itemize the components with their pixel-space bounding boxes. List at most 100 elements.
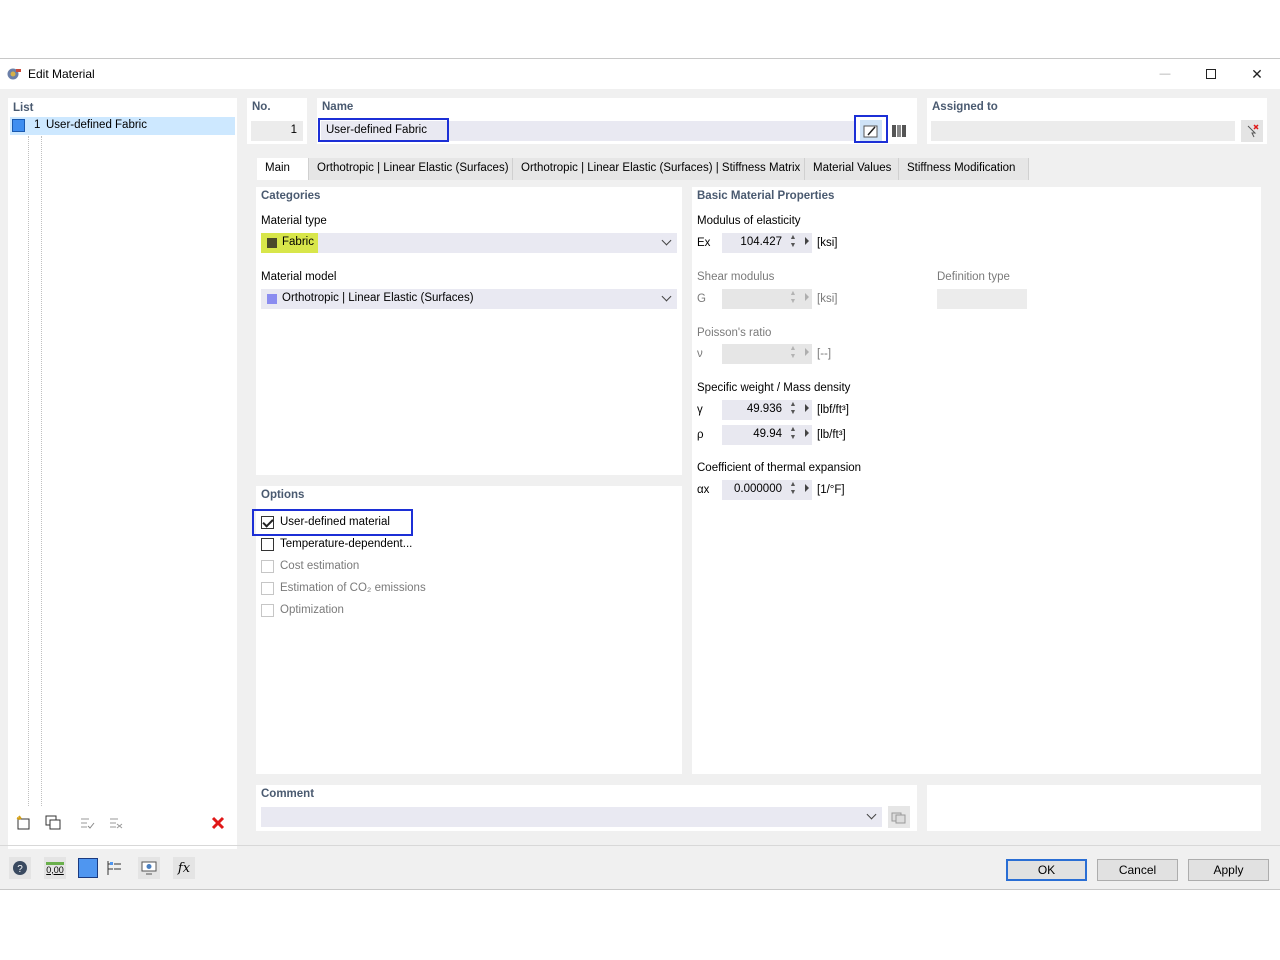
- nu-input[interactable]: ▲ ▼: [722, 344, 812, 364]
- rho-input[interactable]: 49.94 ▲ ▼: [722, 425, 812, 445]
- cost-estimation-label: Cost estimation: [280, 560, 360, 572]
- minimize-icon: —: [1159, 68, 1171, 80]
- material-type-value: Fabric: [282, 236, 314, 248]
- close-icon: ✕: [1251, 65, 1263, 82]
- chevron-down-icon: [866, 809, 877, 820]
- copy-icon: [45, 815, 61, 830]
- nu-symbol: ν: [697, 348, 703, 360]
- optimization-checkbox[interactable]: [261, 604, 274, 617]
- pick-assignment-button[interactable]: [1241, 120, 1263, 142]
- tab-material-values[interactable]: Material Values: [805, 158, 899, 180]
- edit-material-dialog: Edit Material — ✕ List 1 User-defined Fa…: [0, 58, 1280, 890]
- weight-label: Specific weight / Mass density: [697, 382, 851, 394]
- list-item-label: User-defined Fabric: [46, 119, 147, 131]
- maximize-button[interactable]: [1188, 59, 1234, 89]
- tab-stiffness-modification[interactable]: Stiffness Modification: [899, 158, 1029, 180]
- pick-cursor-icon: [1247, 124, 1259, 138]
- list-tree-line: [41, 136, 42, 806]
- g-unit: [ksi]: [817, 293, 838, 305]
- options-header: Options: [261, 489, 305, 501]
- formula-button[interactable]: f𝑥: [173, 857, 195, 879]
- gamma-input[interactable]: 49.936 ▲ ▼: [722, 400, 812, 420]
- ex-unit: [ksi]: [817, 237, 838, 249]
- arrow-right-icon[interactable]: [805, 348, 809, 356]
- units-button[interactable]: 0,00: [44, 857, 66, 879]
- ok-button[interactable]: OK: [1006, 859, 1087, 881]
- maximize-icon: [1206, 69, 1216, 79]
- spin-updown-icon: ▲ ▼: [789, 401, 797, 416]
- thermal-label: Coefficient of thermal expansion: [697, 462, 862, 474]
- copy-item-button[interactable]: [42, 812, 64, 834]
- minimize-button[interactable]: —: [1142, 59, 1188, 89]
- apply-button[interactable]: Apply: [1188, 859, 1269, 881]
- user-defined-highlight: [252, 509, 413, 536]
- arrow-right-icon[interactable]: [805, 293, 809, 301]
- rho-symbol: ρ: [697, 429, 704, 441]
- chevron-down-icon: [661, 235, 672, 246]
- fabric-color-icon: [267, 238, 277, 248]
- chevron-down-icon: [661, 291, 672, 302]
- co2-estimation-checkbox[interactable]: [261, 582, 274, 595]
- optimization-label: Optimization: [280, 604, 344, 616]
- gamma-value: 49.936: [746, 403, 782, 415]
- app-icon: [7, 68, 21, 80]
- new-item-button[interactable]: [13, 812, 35, 834]
- ex-symbol: Ex: [697, 237, 711, 249]
- assigned-panel: Assigned to: [927, 98, 1267, 144]
- material-type-select[interactable]: Fabric: [261, 233, 677, 253]
- rho-unit: [lb/ft³]: [817, 429, 846, 441]
- cancel-button[interactable]: Cancel: [1097, 859, 1178, 881]
- cost-estimation-checkbox[interactable]: [261, 560, 274, 573]
- material-model-select[interactable]: Orthotropic | Linear Elastic (Surfaces): [261, 289, 677, 309]
- assigned-field[interactable]: [931, 121, 1235, 141]
- number-label: No.: [252, 101, 271, 113]
- close-button[interactable]: ✕: [1234, 59, 1280, 89]
- library-button[interactable]: [888, 120, 910, 142]
- color-button[interactable]: [78, 858, 98, 878]
- comment-label: Comment: [261, 788, 315, 800]
- view-button[interactable]: [138, 857, 160, 879]
- arrow-right-icon[interactable]: [805, 429, 809, 437]
- svg-text:?: ?: [17, 864, 23, 875]
- tab-orthotropic[interactable]: Orthotropic | Linear Elastic (Surfaces): [309, 158, 513, 180]
- alpha-unit: [1/°F]: [817, 484, 845, 496]
- check-button[interactable]: [76, 812, 98, 834]
- temperature-dependent-checkbox[interactable]: [261, 538, 274, 551]
- delete-button[interactable]: [207, 812, 229, 834]
- list-tree-line: [28, 136, 29, 806]
- alpha-input[interactable]: 0.000000 ▲ ▼: [722, 480, 812, 500]
- rho-value: 49.94: [753, 428, 782, 440]
- number-field[interactable]: 1: [251, 121, 303, 141]
- definition-type-field[interactable]: [937, 289, 1027, 309]
- number-value: 1: [290, 124, 297, 136]
- gamma-symbol: γ: [697, 404, 703, 416]
- tab-main[interactable]: Main: [257, 158, 309, 180]
- list-item[interactable]: 1 User-defined Fabric: [10, 117, 235, 135]
- properties-header: Basic Material Properties: [697, 190, 835, 202]
- library-icon: [892, 125, 906, 137]
- list-panel: List 1 User-defined Fabric: [8, 98, 237, 849]
- list-item-number: 1: [34, 119, 41, 131]
- help-button[interactable]: ?: [9, 857, 31, 879]
- help-icon: ?: [13, 861, 27, 875]
- name-label: Name: [322, 101, 354, 113]
- shear-label: Shear modulus: [697, 271, 775, 283]
- comment-library-button[interactable]: [888, 806, 910, 828]
- arrow-right-icon[interactable]: [805, 484, 809, 492]
- assigned-label: Assigned to: [932, 101, 998, 113]
- name-panel: Name User-defined Fabric: [317, 98, 917, 144]
- ex-input[interactable]: 104.427 ▲ ▼: [722, 233, 812, 253]
- g-input[interactable]: ▲ ▼: [722, 289, 812, 309]
- nu-unit: [--]: [817, 348, 832, 360]
- g-symbol: G: [697, 293, 706, 305]
- material-model-value: Orthotropic | Linear Elastic (Surfaces): [282, 292, 474, 304]
- uncheck-button[interactable]: [105, 812, 127, 834]
- arrow-right-icon[interactable]: [805, 404, 809, 412]
- arrow-right-icon[interactable]: [805, 237, 809, 245]
- display-button[interactable]: [103, 857, 125, 879]
- name-highlight: [318, 118, 449, 142]
- comment-library-icon: [891, 812, 906, 824]
- comment-input[interactable]: [261, 807, 882, 827]
- material-type-label: Material type: [261, 215, 327, 227]
- tab-stiffness-matrix[interactable]: Orthotropic | Linear Elastic (Surfaces) …: [513, 158, 805, 180]
